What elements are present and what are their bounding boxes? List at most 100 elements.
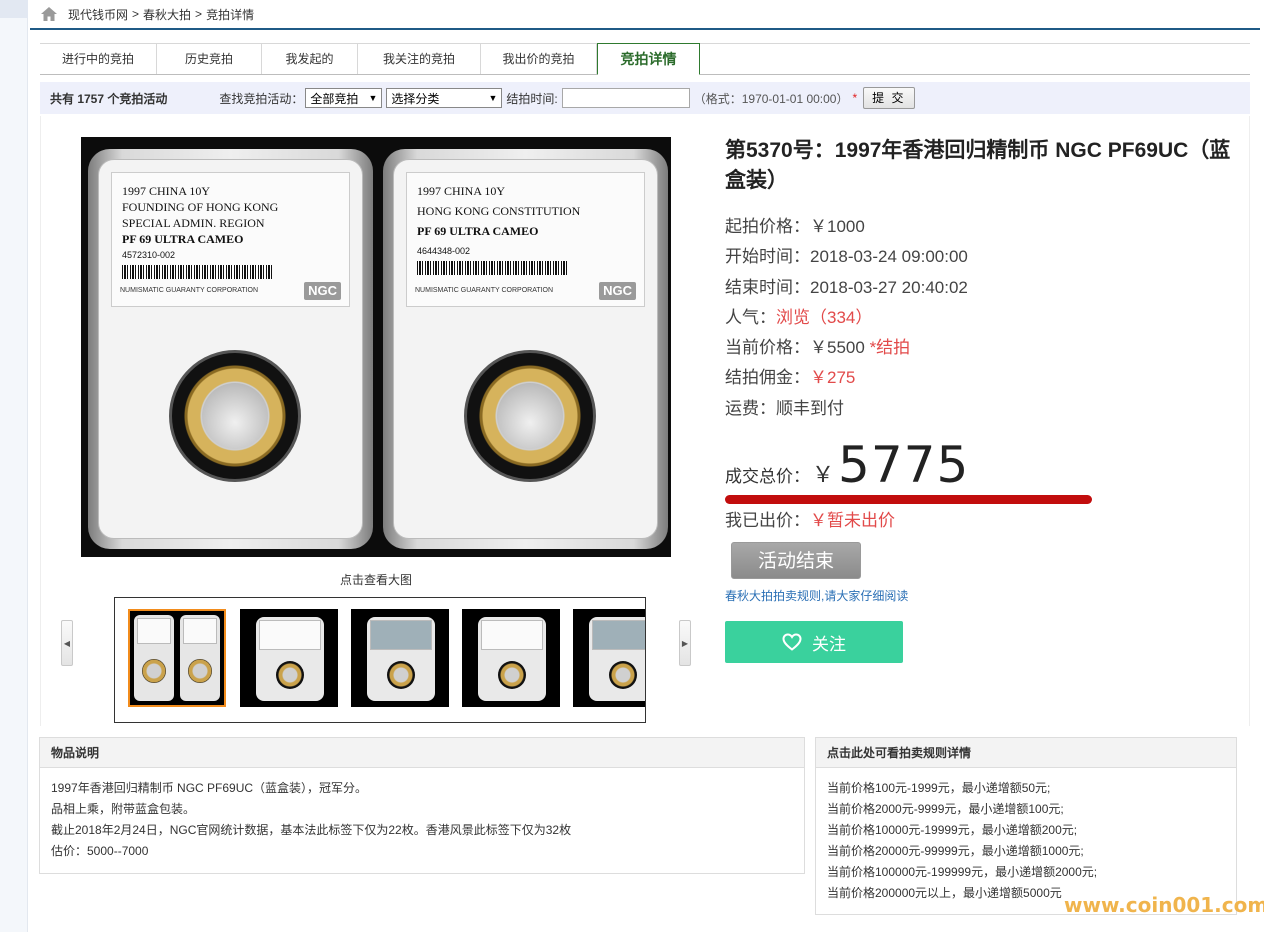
popularity-row: 人气：浏览（334） <box>725 306 1245 330</box>
description-body: 1997年香港回归精制币 NGC PF69UC（蓝盒装），冠军分。 品相上乘，附… <box>40 768 804 872</box>
description-header: 物品说明 <box>40 738 804 768</box>
mini-slab <box>134 615 174 701</box>
required-mark: * <box>852 91 858 105</box>
item-description-panel: 物品说明 1997年香港回归精制币 NGC PF69UC（蓝盒装），冠军分。 品… <box>39 737 805 874</box>
slab-right: 1997 CHINA 10Y HONG KONG CONSTITUTION PF… <box>383 149 668 549</box>
start-price-row: 起拍价格：￥1000 <box>725 215 1245 239</box>
auction-type-select[interactable]: 全部竞拍 ▼ <box>305 88 383 108</box>
description-line: 1997年香港回归精制币 NGC PF69UC（蓝盒装），冠军分。 <box>51 781 368 795</box>
rule-line: 当前价格10000元-19999元，最小递增额200元; <box>827 823 1078 837</box>
my-bid-label: 我已出价： <box>725 511 810 530</box>
end-time-label: 结拍时间: <box>506 91 558 106</box>
coin-window <box>169 350 301 482</box>
ngc-logo: NGC <box>304 282 341 300</box>
slab-line: SPECIAL ADMIN. REGION <box>122 216 265 230</box>
left-strip <box>0 0 28 932</box>
ngc-logo: NGC <box>599 282 636 300</box>
rules-panel: 点击此处可看拍卖规则详情 当前价格100元-1999元，最小递增额50元; 当前… <box>815 737 1237 915</box>
commission-row: 结拍佣金：￥275 <box>725 366 1245 390</box>
tab-auction-detail[interactable]: 竞拍详情 <box>597 43 700 75</box>
format-hint: （格式：1970-01-01 00:00） <box>693 91 849 106</box>
search-label: 查找竞拍活动： <box>219 91 304 106</box>
tab-my-followed[interactable]: 我关注的竞拍 <box>358 44 481 74</box>
submit-button[interactable]: 提 交 <box>863 87 915 109</box>
total-price: 成交总价： ￥ 5775 <box>725 436 969 494</box>
rule-line: 当前价格20000元-99999元，最小递增额1000元; <box>827 844 1084 858</box>
mini-coin <box>609 661 637 689</box>
tab-my-bids[interactable]: 我出价的竞拍 <box>481 44 597 74</box>
popularity-label: 人气： <box>725 308 776 327</box>
description-line: 估价：5000--7000 <box>51 844 149 858</box>
breadcrumb-auction-link[interactable]: 春秋大拍 <box>143 6 191 23</box>
rule-line: 当前价格2000元-9999元，最小递增额100元; <box>827 802 1064 816</box>
shipping-label: 运费： <box>725 399 776 418</box>
coin <box>182 363 288 469</box>
description-line: 截止2018年2月24日，NGC官网统计数据，基本法此标签下仅为22枚。香港风景… <box>51 823 572 837</box>
tab-history[interactable]: 历史竞拍 <box>157 44 262 74</box>
my-bid-row: 我已出价：￥暂未出价 <box>725 509 1245 533</box>
page: 现代钱币网 > 春秋大拍 > 竞拍详情 进行中的竞拍 历史竞拍 我发起的 我关注… <box>0 0 1264 932</box>
slab-line: HONG KONG CONSTITUTION <box>417 204 581 218</box>
auction-rules-link[interactable]: 春秋大拍拍卖规则,请大家仔细阅读 <box>725 587 908 604</box>
arrow-left-icon: ◀ <box>63 638 71 648</box>
item-title: 第5370号：1997年香港回归精制币 NGC PF69UC（蓝盒装） <box>725 139 1231 192</box>
end-time-input[interactable] <box>561 88 690 108</box>
slab-cert: 4572310-002 <box>122 250 176 260</box>
home-icon[interactable] <box>40 6 58 22</box>
mini-label <box>259 620 321 650</box>
slab-inner: 1997 CHINA 10Y HONG KONG CONSTITUTION PF… <box>393 159 658 539</box>
rule-line: 当前价格100000元-199999元，最小递增额2000元; <box>827 865 1098 879</box>
mini-coin <box>387 661 415 689</box>
rule-line: 当前价格100元-1999元，最小递增额50元; <box>827 781 1051 795</box>
heart-icon <box>782 633 802 651</box>
thumbnail[interactable] <box>462 609 560 707</box>
breadcrumb-current: 竞拍详情 <box>206 7 255 22</box>
tab-my-started[interactable]: 我发起的 <box>262 44 358 74</box>
commission-value: ￥275 <box>810 368 856 387</box>
mini-coin <box>188 659 212 683</box>
slab-grade: PF 69 ULTRA CAMEO <box>417 224 539 238</box>
rules-header[interactable]: 点击此处可看拍卖规则详情 <box>816 738 1236 768</box>
mini-coin <box>276 661 304 689</box>
breadcrumb: 现代钱币网 > 春秋大拍 > 竞拍详情 <box>30 0 1260 30</box>
follow-label: 关注 <box>812 634 846 654</box>
follow-button[interactable]: 关注 <box>725 621 903 663</box>
slab-cert: 4644348-002 <box>417 246 471 256</box>
start-price-value: ￥1000 <box>810 217 865 236</box>
tab-ongoing[interactable]: 进行中的竞拍 <box>40 44 157 74</box>
slab-corp: NUMISMATIC GUARANTY CORPORATION <box>415 287 554 294</box>
slab-footer: NUMISMATIC GUARANTY CORPORATION NGC <box>415 282 636 300</box>
coin-window <box>464 350 596 482</box>
breadcrumb-separator: > <box>195 7 203 21</box>
thumbnail[interactable] <box>351 609 449 707</box>
thumbnail-next-button[interactable]: ▶ <box>679 620 691 666</box>
arrow-right-icon: ▶ <box>681 638 689 648</box>
mini-label <box>481 620 543 650</box>
thumbnail-strip <box>114 597 646 723</box>
slab-grade: PF 69 ULTRA CAMEO <box>122 232 244 246</box>
thumbnail[interactable] <box>240 609 338 707</box>
thumbnail[interactable] <box>128 609 226 707</box>
product-photo[interactable]: 1997 CHINA 10Y FOUNDING OF HONG KONG SPE… <box>81 137 671 557</box>
category-value: 选择分类 <box>391 91 440 106</box>
mini-coin <box>142 659 166 683</box>
thumbnail-prev-button[interactable]: ◀ <box>61 620 73 666</box>
view-large-image-link[interactable]: 点击查看大图 <box>81 571 671 588</box>
auction-ended-button[interactable]: 活动结束 <box>731 542 861 579</box>
watermark: www.coin001.com <box>1064 893 1264 917</box>
mini-label <box>137 618 171 644</box>
thumbnail[interactable] <box>573 609 645 707</box>
popularity-value: 浏览（334） <box>776 308 873 327</box>
slab-line: 1997 CHINA 10Y <box>122 184 211 198</box>
coin <box>477 363 583 469</box>
end-time-row: 结束时间：2018-03-27 20:40:02 <box>725 276 1245 300</box>
mini-label <box>370 620 432 650</box>
slab-label: 1997 CHINA 10Y HONG KONG CONSTITUTION PF… <box>406 172 645 307</box>
slab-label: 1997 CHINA 10Y FOUNDING OF HONG KONG SPE… <box>111 172 350 307</box>
slab-line: 1997 CHINA 10Y <box>417 184 506 198</box>
dropdown-arrow-icon: ▼ <box>368 93 378 103</box>
start-time-label: 开始时间： <box>725 247 810 266</box>
category-select[interactable]: 选择分类 ▼ <box>386 88 503 108</box>
breadcrumb-home-link[interactable]: 现代钱币网 <box>68 6 128 23</box>
end-time-value: 2018-03-27 20:40:02 <box>810 278 968 297</box>
